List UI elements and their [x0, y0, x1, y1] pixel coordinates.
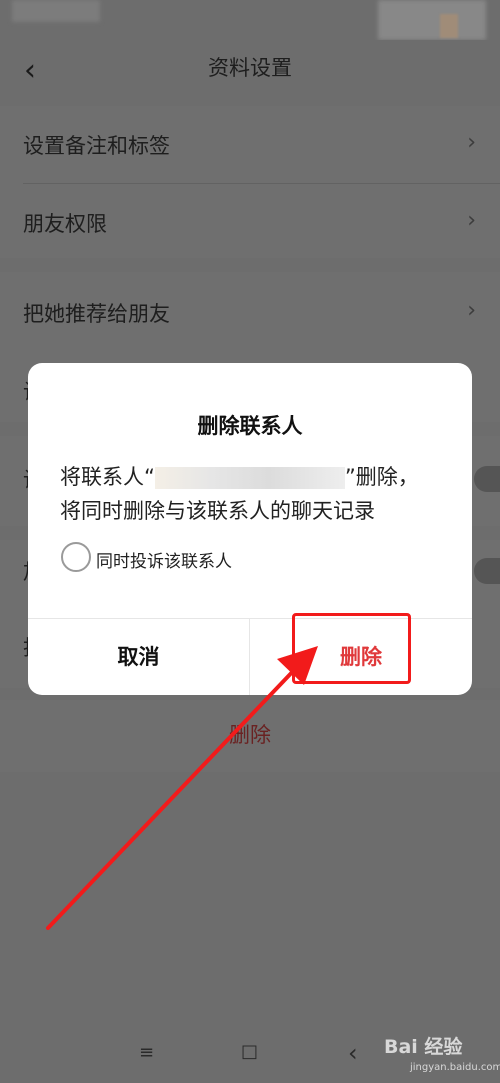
delete-contact-label: 删除 — [229, 723, 271, 747]
message-prefix: 将联系人“ — [60, 465, 155, 489]
message-suffix: ”删除， — [344, 465, 419, 489]
dialog-title: 删除联系人 — [197, 414, 303, 438]
chevron-right-icon: › — [467, 130, 476, 155]
setting-label: 设置备注和标签 — [23, 134, 170, 158]
report-checkbox[interactable] — [61, 542, 91, 572]
page-title: 资料设置 — [208, 56, 292, 80]
toggle-switch[interactable] — [474, 466, 500, 492]
watermark-url: jingyan.baidu.com — [410, 1062, 500, 1073]
setting-label: 把她推荐给朋友 — [23, 302, 170, 326]
watermark-logo: Bai 经验 — [384, 1036, 463, 1058]
annotation-highlight-box — [292, 613, 411, 684]
back-nav-icon[interactable]: ‹ — [348, 1039, 358, 1067]
chevron-right-icon: › — [467, 298, 476, 323]
toggle-switch[interactable] — [474, 558, 500, 584]
report-checkbox-label[interactable]: 同时投诉该联系人 — [96, 547, 232, 572]
setting-row-recommend[interactable]: 把她推荐给朋友 › — [0, 272, 500, 350]
chevron-right-icon: › — [467, 208, 476, 233]
setting-row-friend-permissions[interactable]: 朋友权限 › — [0, 184, 500, 262]
redacted-contact-name — [154, 467, 345, 489]
setting-label: 朋友权限 — [23, 212, 107, 236]
cancel-button[interactable]: 取消 — [28, 619, 249, 695]
status-bar-time-blurred — [12, 0, 100, 22]
setting-row-remark-tags[interactable]: 设置备注和标签 › — [0, 106, 500, 184]
menu-icon[interactable]: ≡ — [139, 1042, 154, 1063]
status-bar-icons-blurred — [378, 0, 486, 40]
home-icon[interactable]: □ — [241, 1041, 258, 1062]
status-bar-battery-blurred — [440, 14, 458, 38]
dialog-message-line1: 将联系人“ ”删除， — [60, 461, 419, 491]
dialog-message-line2: 将同时删除与该联系人的聊天记录 — [60, 499, 375, 523]
